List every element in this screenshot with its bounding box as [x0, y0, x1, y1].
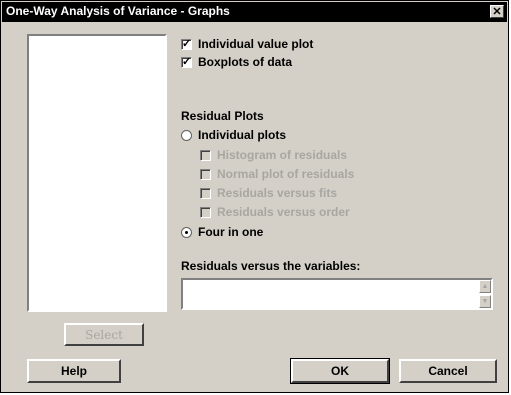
individual-value-plot-label: Individual value plot: [198, 37, 314, 51]
boxplots-label: Boxplots of data: [198, 55, 293, 69]
checkbox-box: [200, 206, 211, 218]
check-icon: ✓: [182, 37, 192, 50]
histogram-label: Histogram of residuals: [217, 148, 348, 162]
window-title: One-Way Analysis of Variance - Graphs: [6, 4, 230, 18]
individual-value-plot-checkbox[interactable]: ✓ Individual value plot: [181, 35, 313, 53]
residuals-vs-fits-label: Residuals versus fits: [217, 186, 338, 200]
individual-plots-radio[interactable]: Individual plots: [181, 126, 286, 144]
variables-field-label: Residuals versus the variables:: [181, 259, 361, 273]
help-button[interactable]: Help: [27, 359, 121, 383]
histogram-checkbox[interactable]: Histogram of residuals: [200, 146, 347, 164]
checkbox-box: ✓: [181, 37, 192, 50]
checkbox-box: [200, 149, 211, 161]
check-icon: ✓: [182, 55, 192, 68]
close-button[interactable]: ✕: [490, 5, 504, 18]
scroll-up-button[interactable]: ▲: [479, 280, 491, 293]
four-in-one-label: Four in one: [198, 225, 264, 239]
residuals-versus-variables-input[interactable]: ▲ ▼: [181, 278, 493, 310]
select-button-label: Select: [85, 327, 123, 342]
scroll-down-button[interactable]: ▼: [479, 295, 491, 308]
help-button-label: Help: [60, 364, 87, 378]
close-icon: ✕: [492, 6, 502, 18]
residuals-vs-order-label: Residuals versus order: [217, 205, 350, 219]
normal-plot-label: Normal plot of residuals: [217, 167, 355, 181]
boxplots-checkbox[interactable]: ✓ Boxplots of data: [181, 53, 292, 71]
ok-button[interactable]: OK: [290, 358, 390, 384]
radio-circle: [181, 226, 192, 238]
graphs-dialog: One-Way Analysis of Variance - Graphs ✕ …: [0, 0, 509, 393]
checkbox-box: ✓: [181, 55, 192, 68]
title-bar[interactable]: One-Way Analysis of Variance - Graphs ✕: [2, 2, 507, 22]
residuals-vs-fits-checkbox[interactable]: Residuals versus fits: [200, 184, 337, 202]
select-button[interactable]: Select: [64, 323, 144, 346]
residual-plots-heading: Residual Plots: [181, 109, 264, 123]
normal-plot-checkbox[interactable]: Normal plot of residuals: [200, 165, 354, 183]
residuals-vs-order-checkbox[interactable]: Residuals versus order: [200, 203, 350, 221]
checkbox-box: [200, 187, 211, 199]
radio-circle: [181, 129, 192, 141]
variables-listbox[interactable]: [27, 34, 167, 312]
checkbox-box: [200, 168, 211, 180]
cancel-button[interactable]: Cancel: [399, 359, 497, 383]
individual-plots-label: Individual plots: [198, 128, 287, 142]
cancel-button-label: Cancel: [428, 364, 468, 378]
four-in-one-radio[interactable]: Four in one: [181, 223, 263, 241]
ok-button-label: OK: [331, 364, 349, 378]
arrow-up-icon: ▲: [481, 283, 489, 290]
arrow-down-icon: ▼: [481, 298, 489, 305]
radio-selected-dot: [185, 230, 188, 234]
